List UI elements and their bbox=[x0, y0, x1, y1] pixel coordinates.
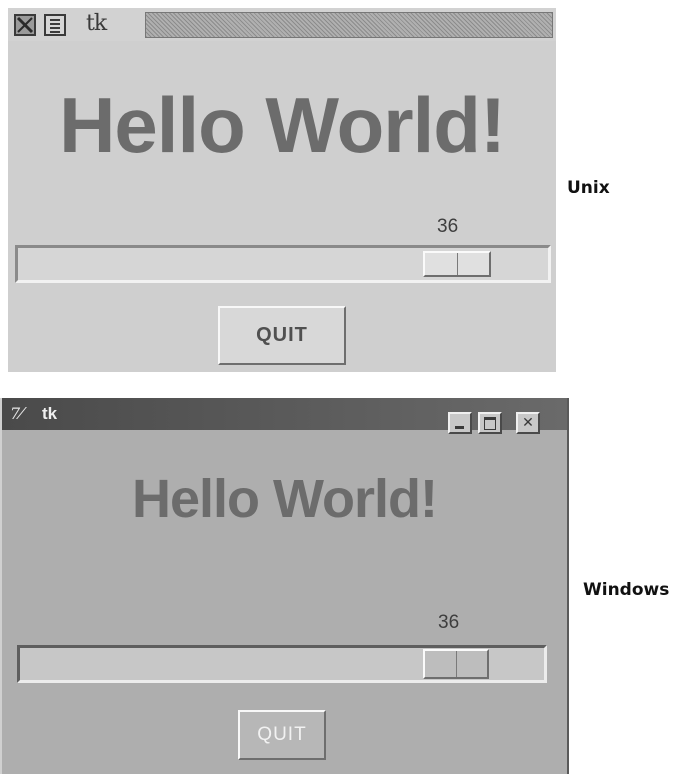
minimize-icon[interactable] bbox=[448, 412, 472, 434]
windows-title-bar[interactable]: 7⁄ tk ✕ bbox=[2, 398, 567, 434]
scale-slider-handle[interactable] bbox=[423, 649, 489, 679]
scale-slider-handle[interactable] bbox=[423, 251, 491, 277]
platform-caption-windows: Windows bbox=[583, 580, 670, 600]
scale-slider[interactable] bbox=[15, 245, 551, 283]
window-title: tk bbox=[42, 404, 58, 423]
window-menu-icon[interactable] bbox=[44, 14, 66, 36]
hello-world-label: Hello World! bbox=[132, 469, 438, 529]
unix-title-bar[interactable]: tk bbox=[8, 8, 556, 41]
tk-feather-icon[interactable]: 7⁄ bbox=[10, 405, 36, 423]
quit-button[interactable]: QUIT bbox=[238, 710, 326, 760]
platform-caption-unix: Unix bbox=[567, 178, 610, 198]
scale-value-label: 36 bbox=[437, 216, 459, 237]
close-icon[interactable]: ✕ bbox=[516, 412, 540, 434]
quit-button[interactable]: QUIT bbox=[218, 306, 346, 365]
slider-grip-line bbox=[457, 253, 458, 275]
window-title: tk bbox=[86, 11, 107, 36]
scale-slider[interactable] bbox=[17, 645, 547, 683]
maximize-icon[interactable] bbox=[478, 412, 502, 434]
slider-grip-line bbox=[456, 651, 457, 677]
scale-value-label: 36 bbox=[438, 612, 460, 633]
windows-window: 7⁄ tk ✕ Hello World! 36 QUIT bbox=[0, 398, 569, 774]
unix-window: tk Hello World! 36 QUIT bbox=[8, 8, 556, 372]
close-icon[interactable] bbox=[14, 14, 36, 36]
hello-world-label: Hello World! bbox=[59, 81, 506, 169]
title-bar-drag-area[interactable] bbox=[145, 12, 553, 38]
